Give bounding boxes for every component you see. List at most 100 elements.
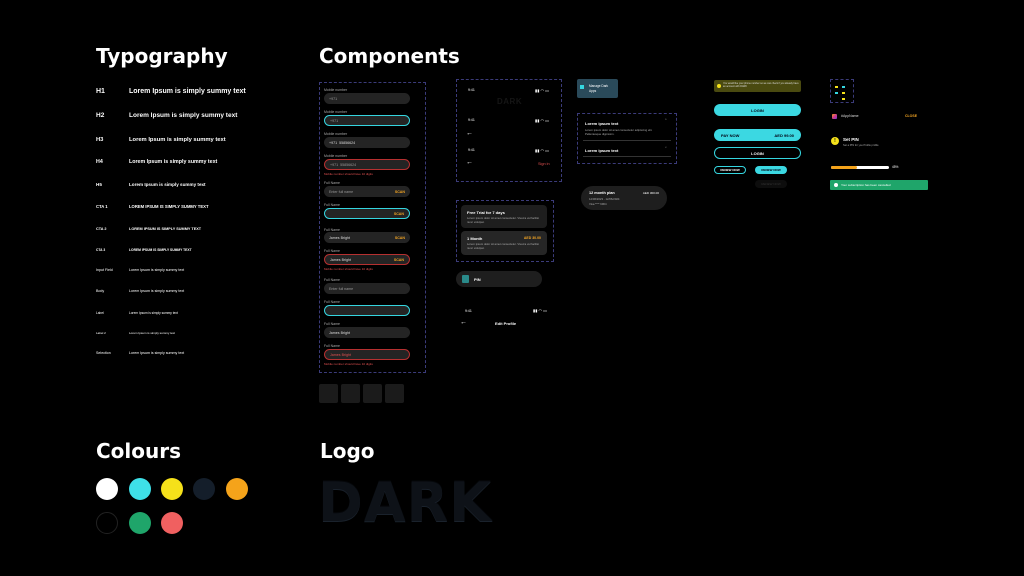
month-title: 1 Month [467, 236, 483, 241]
type-row-h2: H2 Lorem Ipsum is simply summy text [96, 112, 296, 119]
type-sample: Lorem Ipsum is simply summy text [129, 351, 185, 355]
input-value: James Bright [329, 330, 350, 335]
field-label: Mobile number [324, 110, 348, 114]
dot [842, 92, 845, 94]
error-message: Mobile number should have 10 digits [324, 267, 373, 271]
type-row-body: Body Lorem Ipsum is simply summy text [96, 289, 296, 293]
divider [583, 140, 671, 141]
type-name: Label 2 [96, 331, 106, 335]
otp-box[interactable] [319, 384, 338, 403]
manage-label: Manage Dark Apps [589, 84, 609, 93]
month-card[interactable]: 1 Month AED 30.00 Lorem ipsum dolor sit … [461, 231, 547, 255]
type-sample: LOREM IPSUM IS SIMPLY SUMMY TEXT [129, 204, 209, 209]
accordion-item-2[interactable]: Lorem ipsum text [585, 148, 618, 153]
otp-box[interactable] [363, 384, 382, 403]
accordion-body-1: Lorem ipsum dolor sit amet consectetur a… [585, 128, 653, 136]
toast-text: Your subscription has been cancelled [841, 183, 891, 187]
plan-title: 12 month plan [589, 191, 615, 195]
type-row-input: Input Field Lorem Ipsum is simply summy t… [96, 268, 296, 272]
renew-disabled-button[interactable]: RENEW NOW [755, 180, 787, 188]
logo-title: Logo [320, 439, 375, 463]
fullname-input-plain[interactable]: Enter full name [324, 283, 410, 294]
dot [835, 86, 838, 88]
type-name: H2 [96, 112, 105, 119]
fullname-input-empty[interactable]: Enter full name SCAN [324, 186, 410, 197]
type-name: Label [96, 311, 104, 315]
phone-value: 55856624 [339, 140, 356, 145]
input-placeholder: Enter full name [329, 286, 354, 291]
dot [842, 98, 845, 100]
field-label: Mobile number [324, 88, 348, 92]
input-value: James Bright [330, 257, 351, 262]
country-code: +971 [329, 140, 338, 145]
plan-price: AED 300.00 [642, 191, 659, 195]
pin-dots-panel [830, 79, 854, 103]
back-arrow-icon[interactable]: ← [460, 319, 467, 326]
colour-swatch [96, 478, 118, 500]
mobile-input-focused[interactable]: +971 [324, 115, 410, 126]
status-icons: ▮▮ ◠ ▭ [533, 308, 547, 313]
back-arrow-icon[interactable]: ← [466, 130, 473, 137]
set-pin-subtitle: Set a PIN for you Profile profile [843, 144, 879, 147]
type-sample: Lorem Ipsum is simply summy text [129, 311, 178, 315]
scan-button[interactable]: SCAN [394, 212, 404, 216]
components-title: Components [319, 44, 460, 68]
fullname-input-plain-error[interactable]: James Bright [324, 349, 410, 360]
manage-apps-button[interactable]: Manage Dark Apps [577, 79, 618, 98]
back-arrow-icon[interactable]: ← [466, 159, 473, 166]
type-sample: LOREM IPSUM IS SIMPLY SUMMY TEXT [129, 227, 202, 231]
accordion-item-1[interactable]: Lorem ipsum text [585, 121, 618, 126]
mobile-input-empty[interactable]: +971 [324, 93, 410, 104]
scan-button[interactable]: SCAN [395, 190, 405, 194]
status-time: 9:41 [468, 148, 475, 152]
chevron-up-icon[interactable]: ˆ [665, 119, 667, 125]
type-sample: Lorem Ipsum is simply summy text [129, 268, 185, 272]
fullname-input-plain-focused[interactable] [324, 305, 410, 316]
type-row-cta2: CTA 2 LOREM IPSUM IS SIMPLY SUMMY TEXT [96, 227, 296, 231]
error-message: Mobile number should have 10 digits [324, 362, 373, 366]
fullname-input-plain-filled[interactable]: James Bright [324, 327, 410, 338]
chevron-down-icon[interactable]: ˇ [665, 147, 667, 153]
type-sample: Lorem Ipsum is simply summy text [129, 112, 238, 119]
month-price: AED 30.00 [523, 236, 541, 240]
renew-filled-button[interactable]: RENEW NOW [755, 166, 787, 174]
type-name: Body [96, 289, 105, 293]
type-sample: Lorem Ipsum is simply summy text [129, 331, 176, 335]
pay-now-button[interactable]: PAY NOW AED 99.00 [714, 129, 801, 141]
error-message: Mobile number should have 10 digits [324, 172, 373, 176]
type-sample: Lorem Ipsum is simply summy text [129, 159, 218, 165]
colour-swatch [161, 478, 183, 500]
trial-card[interactable]: Free Trial for 7 days Lorem ipsum dolor … [461, 205, 547, 228]
header-logo: DARK [497, 97, 523, 106]
mobile-input-error[interactable]: +971 55856624 [324, 159, 410, 170]
progress-fill [831, 166, 858, 169]
status-icons: ▮▮ ◠ ▭ [535, 148, 549, 153]
otp-box[interactable] [341, 384, 360, 403]
otp-box[interactable] [385, 384, 404, 403]
field-label: Full Name [324, 249, 340, 253]
close-button[interactable]: CLOSE [905, 114, 917, 118]
type-name: H5 [96, 182, 102, 187]
scan-button[interactable]: SCAN [395, 236, 405, 240]
login-outline-button[interactable]: LOGIN [714, 147, 801, 159]
fullname-input-error[interactable]: James Bright SCAN [324, 254, 410, 265]
type-row-h4: H4 Lorem Ipsum is simply summy text [96, 159, 296, 165]
mobile-input-filled[interactable]: +971 55856624 [324, 137, 410, 148]
plan-card: Visa **** 6964 [589, 202, 607, 206]
notice-banner: You would like your phone number so we c… [714, 80, 801, 92]
typography-title: Typography [96, 44, 228, 68]
phone-value: 55856624 [340, 162, 357, 167]
type-row-cta1: CTA 1 LOREM IPSUM IS SIMPLY SUMMY TEXT [96, 204, 296, 209]
scan-button[interactable]: SCAN [394, 258, 404, 262]
pin-row[interactable]: PIN [456, 271, 542, 287]
colour-swatch [161, 512, 183, 534]
subscription-card[interactable]: 12 month plan AED 300.00 12/06/2023 - 12… [581, 186, 667, 210]
fullname-input-focused[interactable]: SCAN [324, 208, 410, 219]
pay-now-label: PAY NOW [721, 132, 740, 138]
renew-outline-button[interactable]: RENEW NOW [714, 166, 746, 174]
type-sample: LOREM IPSUM IS SIMPLY SUMMY TEXT [129, 248, 192, 252]
type-name: H4 [96, 159, 103, 165]
fullname-input-filled[interactable]: James Bright SCAN [324, 232, 410, 243]
login-button[interactable]: LOGIN [714, 104, 801, 116]
sign-in-link[interactable]: Sign in [538, 162, 550, 166]
